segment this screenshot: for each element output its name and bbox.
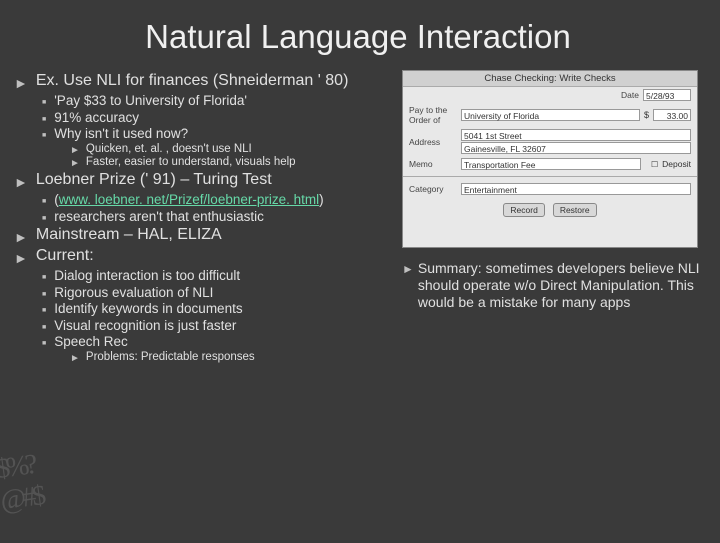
cat-field: Entertainment xyxy=(461,183,691,195)
content-area: ► Ex. Use NLI for finances (Shneiderman … xyxy=(14,70,702,364)
bullet-text: Dialog interaction is too difficult xyxy=(54,268,394,284)
deposit-label: Deposit xyxy=(662,159,691,169)
arrow-icon: ► xyxy=(70,145,80,156)
square-icon: ■ xyxy=(42,116,46,123)
bullet-text: researchers aren't that enthusiastic xyxy=(54,209,394,225)
bullet-text: Speech Rec xyxy=(54,334,394,350)
restore-button: Restore xyxy=(553,203,597,217)
right-column: Chase Checking: Write Checks Date 5/28/9… xyxy=(402,70,702,364)
sub-bullet: ■ Why isn't it used now? xyxy=(42,126,394,142)
paren-close: ) xyxy=(319,192,324,207)
memo-label: Memo xyxy=(409,159,457,169)
sub-bullet: ■ 91% accuracy xyxy=(42,110,394,126)
left-column: ► Ex. Use NLI for finances (Shneiderman … xyxy=(14,70,394,364)
arrow-icon: ► xyxy=(14,174,28,190)
cat-label: Category xyxy=(409,184,457,194)
loebner-link[interactable]: www. loebner. net/Prizef/loebner-prize. … xyxy=(59,192,319,207)
slide-title: Natural Language Interaction xyxy=(14,18,702,56)
sub-bullet: ■ Dialog interaction is too difficult xyxy=(42,268,394,284)
arrow-icon: ► xyxy=(70,353,80,364)
bullet-text: Identify keywords in documents xyxy=(54,301,394,317)
bullet-text: Why isn't it used now? xyxy=(54,126,394,142)
square-icon: ■ xyxy=(42,99,46,106)
bullet-text: Mainstream – HAL, ELIZA xyxy=(36,226,394,244)
amount-field: 33.00 xyxy=(653,109,691,121)
check-screenshot: Chase Checking: Write Checks Date 5/28/9… xyxy=(402,70,698,248)
sub-bullet: ■ Visual recognition is just faster xyxy=(42,318,394,334)
sub-bullet: ■ researchers aren't that enthusiastic xyxy=(42,209,394,225)
bullet-text: Rigorous evaluation of NLI xyxy=(54,285,394,301)
subsub-bullet: ► Quicken, et. al. , doesn't use NLI xyxy=(70,143,394,156)
payto-field: University of Florida xyxy=(461,109,640,121)
bullet-text: (www. loebner. net/Prizef/loebner-prize.… xyxy=(54,192,394,208)
sub-bullet: ■ Identify keywords in documents xyxy=(42,301,394,317)
mock-titlebar: Chase Checking: Write Checks xyxy=(403,71,697,87)
arrow-icon: ► xyxy=(14,250,28,266)
addr-label: Address xyxy=(409,137,457,147)
bullet-ex-nli: ► Ex. Use NLI for finances (Shneiderman … xyxy=(14,72,394,91)
square-icon: ■ xyxy=(42,215,46,222)
bullet-mainstream: ► Mainstream – HAL, ELIZA xyxy=(14,226,394,245)
square-icon: ■ xyxy=(42,132,46,139)
bullet-text: Quicken, et. al. , doesn't use NLI xyxy=(86,143,394,156)
bullet-text: Loebner Prize (' 91) – Turing Test xyxy=(36,171,394,189)
bullet-text: Problems: Predictable responses xyxy=(86,351,394,364)
square-icon: ■ xyxy=(42,340,46,347)
sub-bullet: ■ Rigorous evaluation of NLI xyxy=(42,285,394,301)
square-icon: ■ xyxy=(42,274,46,281)
arrow-icon: ► xyxy=(14,75,28,91)
sub-bullet: ■ Speech Rec xyxy=(42,334,394,350)
square-icon: ■ xyxy=(42,198,46,205)
date-label: Date xyxy=(621,90,639,100)
arrow-icon: ► xyxy=(70,158,80,169)
record-button: Record xyxy=(503,203,544,217)
square-icon: ■ xyxy=(42,291,46,298)
bullet-text: Current: xyxy=(36,247,394,265)
memo-field: Transportation Fee xyxy=(461,158,641,170)
summary-text: Summary: sometimes developers believe NL… xyxy=(418,260,702,310)
sub-bullet-link: ■ (www. loebner. net/Prizef/loebner-priz… xyxy=(42,192,394,208)
bullet-text: Visual recognition is just faster xyxy=(54,318,394,334)
bullet-text: Faster, easier to understand, visuals he… xyxy=(86,156,394,169)
addr-field-1: 5041 1st Street xyxy=(461,129,691,141)
addr-field-2: Gainesville, FL 32607 xyxy=(461,142,691,154)
subsub-bullet: ► Faster, easier to understand, visuals h… xyxy=(70,156,394,169)
bullet-loebner: ► Loebner Prize (' 91) – Turing Test xyxy=(14,171,394,190)
square-icon: ■ xyxy=(42,307,46,314)
arrow-icon: ► xyxy=(402,262,414,310)
decorative-symbols: $%?@#$ xyxy=(0,447,62,543)
summary-bullet: ► Summary: sometimes developers believe … xyxy=(402,260,702,310)
sub-bullet: ■ 'Pay $33 to University of Florida' xyxy=(42,93,394,109)
subsub-bullet: ► Problems: Predictable responses xyxy=(70,351,394,364)
square-icon: ■ xyxy=(42,324,46,331)
payto-label: Pay to the Order of xyxy=(409,105,457,125)
bullet-current: ► Current: xyxy=(14,247,394,266)
bullet-text: 91% accuracy xyxy=(54,110,394,126)
bullet-text: 'Pay $33 to University of Florida' xyxy=(54,93,394,109)
date-field: 5/28/93 xyxy=(643,89,691,101)
arrow-icon: ► xyxy=(14,229,28,245)
bullet-text: Ex. Use NLI for finances (Shneiderman ' … xyxy=(36,72,394,90)
